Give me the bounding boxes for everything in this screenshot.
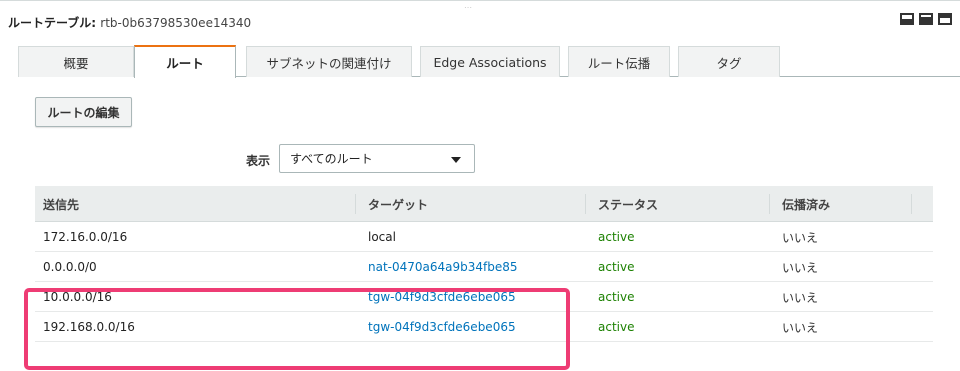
route-status: active <box>598 230 635 244</box>
detail-tabs: 概要 ルート サブネットの関連付け Edge Associations ルート伝… <box>18 45 960 78</box>
tab-subnet-associations[interactable]: サブネットの関連付け <box>246 46 412 77</box>
tab-route-propagation[interactable]: ルート伝播 <box>568 46 670 77</box>
route-filter-value: すべてのルート <box>290 152 373 166</box>
route-table-id: rtb-0b63798530ee14340 <box>100 16 252 30</box>
table-row[interactable]: 10.0.0.0/16 tgw-04f9d3cfde6ebe065 active… <box>35 282 933 312</box>
chevron-down-icon <box>451 157 461 163</box>
tab-tags[interactable]: タグ <box>678 46 780 77</box>
route-destination: 192.168.0.0/16 <box>43 320 135 334</box>
route-propagated: いいえ <box>782 320 819 335</box>
edit-routes-button[interactable]: ルートの編集 <box>35 97 132 127</box>
table-row[interactable]: 172.16.0.0/16 local active いいえ <box>35 222 933 252</box>
col-target[interactable]: ターゲット <box>368 186 428 222</box>
routes-table: 送信先 ターゲット ステータス 伝播済み 172.16.0.0/16 local… <box>35 186 933 342</box>
route-target: local <box>368 230 396 244</box>
table-row[interactable]: 0.0.0.0/0 nat-0470a64a9b34fbe85 active い… <box>35 252 933 282</box>
route-table-label: ルートテーブル: <box>8 16 101 30</box>
column-divider <box>585 194 586 214</box>
column-divider <box>769 194 770 214</box>
route-propagated: いいえ <box>782 230 819 245</box>
route-status: active <box>598 320 635 334</box>
route-destination: 0.0.0.0/0 <box>43 260 97 274</box>
route-filter-select[interactable]: すべてのルート <box>279 144 475 173</box>
tab-routes[interactable]: ルート <box>134 45 236 78</box>
route-status: active <box>598 290 635 304</box>
col-status[interactable]: ステータス <box>598 186 658 222</box>
route-target-link[interactable]: tgw-04f9d3cfde6ebe065 <box>368 282 516 312</box>
col-propagated[interactable]: 伝播済み <box>782 186 830 222</box>
route-propagated: いいえ <box>782 260 819 275</box>
table-row[interactable]: 192.168.0.0/16 tgw-04f9d3cfde6ebe065 act… <box>35 312 933 342</box>
col-destination[interactable]: 送信先 <box>43 186 79 222</box>
route-destination: 172.16.0.0/16 <box>43 230 128 244</box>
filter-label: 表示 <box>246 154 271 168</box>
route-target-link[interactable]: tgw-04f9d3cfde6ebe065 <box>368 312 516 342</box>
layout-switcher <box>900 13 952 25</box>
route-destination: 10.0.0.0/16 <box>43 290 112 304</box>
route-propagated: いいえ <box>782 290 819 305</box>
layout-split-icon[interactable] <box>919 13 933 25</box>
tab-summary[interactable]: 概要 <box>18 46 134 77</box>
route-target-link[interactable]: nat-0470a64a9b34fbe85 <box>368 252 518 282</box>
layout-bottom-icon[interactable] <box>900 13 914 25</box>
column-divider <box>911 194 912 214</box>
resize-handle[interactable]: ⋯ <box>464 3 474 12</box>
route-status: active <box>598 260 635 274</box>
panel-top-border <box>0 0 960 1</box>
table-header: 送信先 ターゲット ステータス 伝播済み <box>35 186 933 222</box>
column-divider <box>355 194 356 214</box>
page-title: ルートテーブル: rtb-0b63798530ee14340 <box>8 14 251 31</box>
layout-top-icon[interactable] <box>938 13 952 25</box>
tab-edge-associations[interactable]: Edge Associations <box>420 46 560 77</box>
